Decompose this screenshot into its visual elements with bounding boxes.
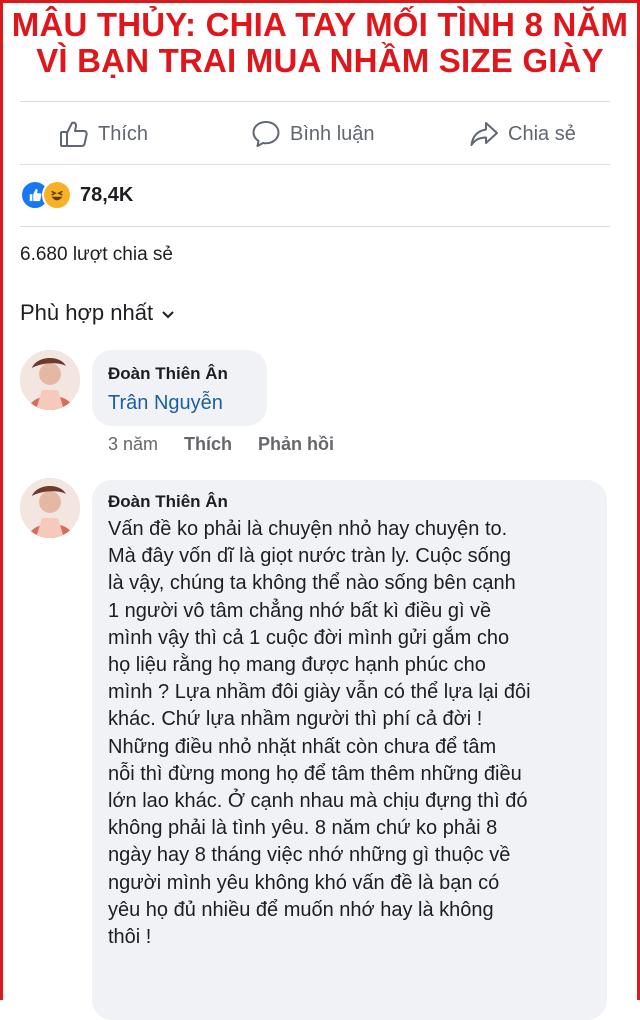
comment-text-line: thôi ! [108, 926, 152, 949]
comment-text-line: Mà đây vốn dĩ là giọt nước tràn ly. Cuộc… [108, 545, 511, 568]
divider [20, 101, 610, 102]
comment-text-line: mình vậy thì cả 1 cuộc đời mình gửi gắm … [108, 626, 510, 649]
headline: MÂU THỦY: CHIA TAY MỐI TÌNH 8 NĂM VÌ BẠN… [0, 0, 640, 90]
post-action-bar: Thích Bình luận Chia sẻ [0, 112, 640, 156]
headline-line-1: MÂU THỦY: CHIA TAY MỐI TÌNH 8 NĂM [11, 6, 629, 43]
comment-author[interactable]: Đoàn Thiên Ân [108, 492, 228, 512]
comment-text-line: 1 người vô tâm chẳng nhớ bất kì điều gì … [108, 599, 492, 622]
reaction-count: 78,4K [80, 183, 134, 206]
comment-text-line: họ liệu rằng họ mang được hạnh phúc cho [108, 654, 486, 677]
comment-text-line: nỗi thì đừng mong họ để tâm thêm những đ… [108, 762, 522, 785]
comment-text-line: lớn lao khác. Ở cạnh nhau mà chịu đựng t… [108, 790, 528, 813]
like-button[interactable]: Thích [58, 112, 148, 156]
reaction-summary[interactable]: 78,4K [20, 180, 133, 210]
comment-label: Bình luận [290, 122, 375, 145]
comment-text-line: không phải là tình yêu. 8 năm chứ ko phả… [108, 817, 498, 840]
comment-text-line: khác. Chứ lựa nhầm người thì phí cả đời … [108, 708, 483, 731]
share-count[interactable]: 6.680 lượt chia sẻ [20, 244, 173, 266]
comment-text-line: là vậy, chúng ta không thể nào sống bên … [108, 572, 516, 595]
share-button[interactable]: Chia sẻ [468, 112, 576, 156]
like-label: Thích [98, 122, 149, 145]
comment-mention[interactable]: Trân Nguyễn [108, 392, 223, 415]
comment-like-button[interactable]: Thích [184, 434, 232, 455]
comment-text-line: Những điều nhỏ nhặt nhất còn chưa để tâm [108, 735, 497, 758]
comment-button[interactable]: Bình luận [250, 112, 375, 156]
comment-text-line: người mình yêu không khó vấn đề là bạn c… [108, 871, 500, 894]
comment-text-line: yêu họ đủ nhiều để muốn nhớ hay là không [108, 898, 494, 921]
comment-sort-dropdown[interactable]: Phù hợp nhất [20, 300, 175, 326]
comment-text-line: ngày hay 8 tháng việc nhớ những gì thuộc… [108, 844, 511, 867]
comment-body: Vấn đề ko phải là chuyện nhỏ hay chuyện … [108, 516, 597, 951]
comment-text-line: mình ? Lựa nhầm đôi giày vẫn có thể lựa … [108, 681, 531, 704]
avatar[interactable] [20, 478, 80, 538]
comment-bubble: Đoàn Thiên Ân Vấn đề ko phải là chuyện n… [92, 480, 607, 1020]
comment-time[interactable]: 3 năm [108, 434, 158, 455]
avatar[interactable] [20, 350, 80, 410]
sort-label: Phù hợp nhất [20, 300, 154, 325]
headline-line-2: VÌ BẠN TRAI MUA NHẦM SIZE GIÀY [36, 42, 604, 79]
comment-author[interactable]: Đoàn Thiên Ân [108, 364, 228, 384]
thumbs-up-icon [58, 118, 90, 150]
share-icon [468, 118, 500, 150]
comment-icon [250, 118, 282, 150]
divider [20, 164, 610, 165]
share-label: Chia sẻ [508, 122, 576, 145]
chevron-down-icon [161, 300, 175, 326]
comment-reply-button[interactable]: Phản hồi [258, 434, 334, 455]
comment-text-line: Vấn đề ko phải là chuyện nhỏ hay chuyện … [108, 518, 508, 540]
divider [20, 226, 610, 227]
comment-bubble: Đoàn Thiên Ân Trân Nguyễn [92, 350, 267, 426]
comment-meta: 3 năm Thích Phản hồi [108, 434, 334, 455]
haha-icon [42, 180, 72, 210]
